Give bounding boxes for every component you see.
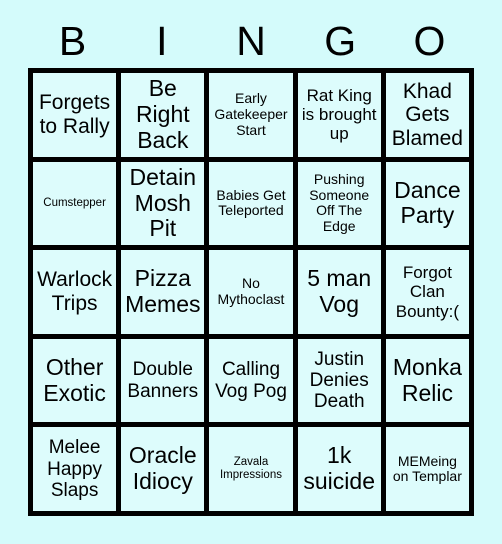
bingo-cell[interactable]: Detain Mosh Pit (121, 161, 205, 246)
bingo-cell[interactable]: Monka Relic (385, 338, 469, 423)
bingo-cell[interactable]: Forgets to Rally (33, 73, 117, 157)
bingo-cell-label: Other Exotic (43, 353, 106, 406)
bingo-cell-label: MEMeing on Templar (392, 452, 462, 485)
bingo-cell-label: 5 man Vog (307, 265, 372, 317)
bingo-cell[interactable]: Justin Denies Death (297, 338, 381, 423)
bingo-cell-label: Early Gatekeeper Start (214, 90, 288, 138)
bingo-grid: Forgets to Rally Be Right Back Early Gat… (28, 68, 474, 516)
bingo-cell-label: Double Banners (127, 359, 199, 402)
bingo-cell[interactable]: Babies Get Teleported (209, 161, 293, 246)
bingo-cell[interactable]: Double Banners (121, 338, 205, 423)
bingo-cell-label: Calling Vog Pog (215, 359, 287, 402)
bingo-header-row: B I N G O (28, 14, 474, 68)
bingo-cell-label: Monka Relic (392, 353, 462, 406)
bingo-cell-label: Oracle Idiocy (128, 442, 197, 495)
bingo-cell[interactable]: Calling Vog Pog (209, 338, 293, 423)
bingo-cell-label: Melee Happy Slaps (47, 437, 103, 501)
bingo-cell[interactable]: Be Right Back (121, 73, 205, 157)
bingo-cell-label: Be Right Back (135, 75, 190, 153)
bingo-header-letter-o: O (413, 17, 446, 64)
bingo-cell-label: Dance Party (394, 176, 461, 229)
bingo-cell-label: Pushing Someone Off The Edge (309, 171, 370, 235)
bingo-cell-label: Justin Denies Death (309, 348, 369, 413)
bingo-cell-label: 1k suicide (303, 442, 375, 495)
bingo-cell-label: Khad Gets Blamed (391, 79, 463, 150)
bingo-cell-label: Babies Get Teleported (216, 186, 286, 219)
bingo-cell-label: No Mythoclast (217, 275, 285, 307)
bingo-cell[interactable]: Forgot Clan Bounty:( (385, 250, 469, 334)
bingo-cell[interactable]: Warlock Trips (33, 250, 117, 334)
bingo-cell[interactable]: 5 man Vog (297, 250, 381, 334)
bingo-cell[interactable]: Zavala Impressions (209, 427, 293, 511)
bingo-cell-label: Warlock Trips (37, 268, 113, 315)
bingo-header-letter-n: N (236, 17, 266, 64)
bingo-header-letter-b: B (58, 17, 87, 64)
bingo-cell-label: Pizza Memes (125, 265, 201, 317)
bingo-cell-label: Cumstepper (43, 196, 106, 209)
bingo-cell[interactable]: No Mythoclast (209, 250, 293, 334)
bingo-cell-label: Detain Mosh Pit (129, 163, 197, 242)
bingo-cell[interactable]: Cumstepper (33, 161, 117, 246)
bingo-cell[interactable]: Dance Party (385, 161, 469, 246)
bingo-cell[interactable]: Melee Happy Slaps (33, 427, 117, 511)
bingo-cell-label: Forgets to Rally (38, 91, 111, 138)
bingo-cell[interactable]: Oracle Idiocy (121, 427, 205, 511)
bingo-card: B I N G O Forgets to Rally Be Right Back… (0, 0, 502, 544)
bingo-cell[interactable]: Khad Gets Blamed (385, 73, 469, 157)
bingo-cell-label: Forgot Clan Bounty:( (395, 263, 460, 321)
bingo-cell[interactable]: Other Exotic (33, 338, 117, 423)
bingo-cell[interactable]: Early Gatekeeper Start (209, 73, 293, 157)
bingo-cell[interactable]: 1k suicide (297, 427, 381, 511)
bingo-cell-label: Zavala Impressions (219, 456, 282, 482)
bingo-header-letter-g: G (324, 17, 357, 64)
bingo-cell[interactable]: Pushing Someone Off The Edge (297, 161, 381, 246)
bingo-header-letter-i: I (156, 17, 168, 64)
bingo-cell[interactable]: Pizza Memes (121, 250, 205, 334)
bingo-cell[interactable]: MEMeing on Templar (385, 427, 469, 511)
bingo-cell[interactable]: Rat King is brought up (297, 73, 381, 157)
bingo-cell-label: Rat King is brought up (301, 86, 377, 144)
